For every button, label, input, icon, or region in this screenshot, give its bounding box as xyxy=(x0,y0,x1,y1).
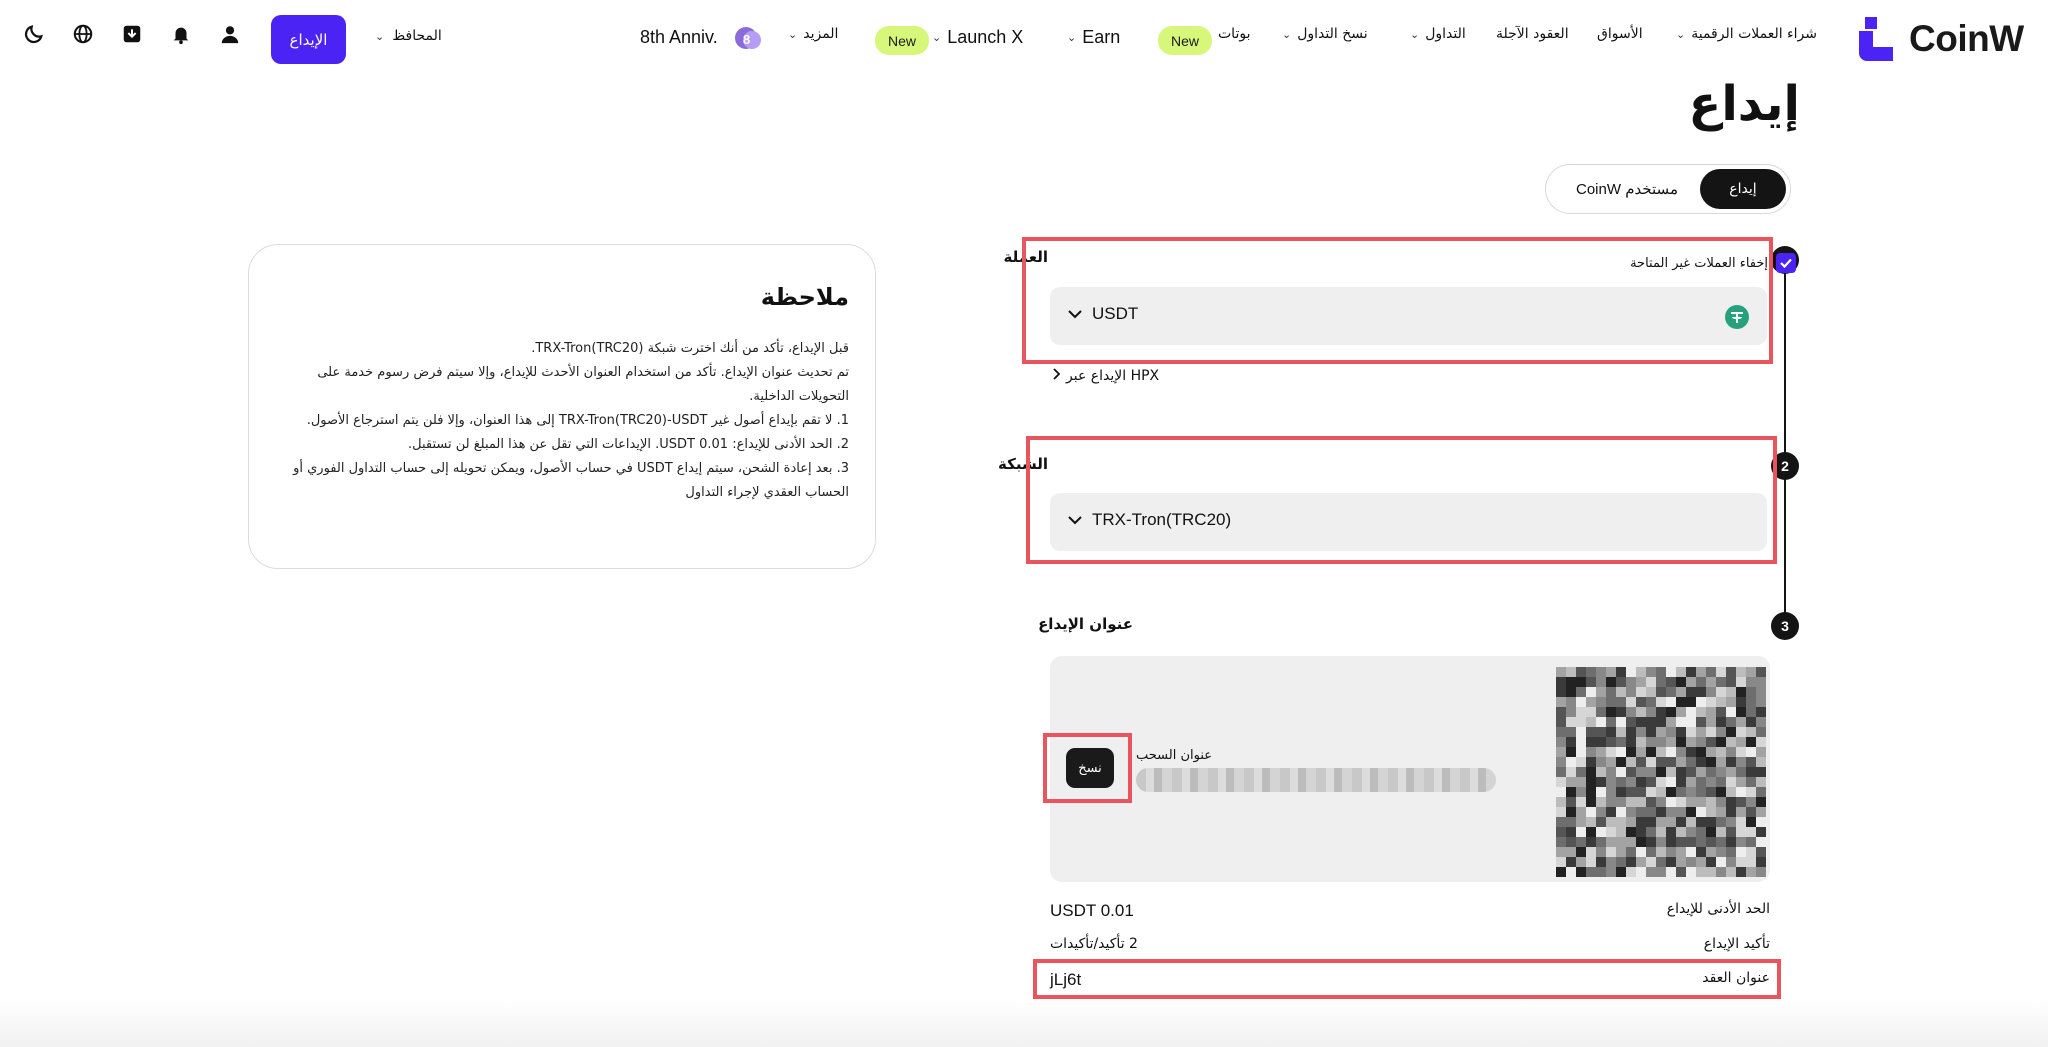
confirmations-value: 2 تأكيد/تأكيدات xyxy=(1050,936,1138,952)
currency-selected: USDT xyxy=(1092,304,1139,323)
note-line: 2. الحد الأدنى للإيداع: USDT 0.01. الإيد… xyxy=(408,437,849,452)
currency-label: العملة xyxy=(1003,248,1048,266)
chevron-down-icon: ⌄ xyxy=(375,29,385,43)
logo-text: CoinW xyxy=(1909,18,2024,59)
network-selected: TRX-Tron(TRC20) xyxy=(1092,510,1232,529)
nav-trade-label: التداول xyxy=(1425,26,1466,42)
nav-launchx[interactable]: ⌄ Launch X xyxy=(932,27,1023,48)
nav-buy-crypto[interactable]: ⌄ شراء العملات الرقمية xyxy=(1676,26,1817,42)
note-line: تم تحديث عنوان الإيداع. تأكد من استخدام … xyxy=(317,365,849,404)
page-title: إيداع xyxy=(1688,76,1800,132)
check-icon xyxy=(1780,258,1792,269)
note-title: ملاحظة xyxy=(760,283,849,311)
contract-address-label: عنوان العقد xyxy=(1702,970,1770,986)
nav-markets-label: الأسواق xyxy=(1597,26,1643,42)
step-connector xyxy=(1784,258,1786,626)
confirmations-row: 2 تأكيد/تأكيدات تأكيد الإيداع xyxy=(1050,936,1770,952)
chevron-down-icon xyxy=(1068,510,1082,530)
nav-earn[interactable]: ⌄ Earn xyxy=(1067,27,1120,48)
min-deposit-value: USDT 0.01 xyxy=(1050,901,1134,920)
network-label: الشبكة xyxy=(998,455,1048,473)
nav-markets[interactable]: الأسواق xyxy=(1597,26,1643,42)
hide-unavailable-checkbox[interactable] xyxy=(1776,253,1796,273)
chevron-down-icon: ⌄ xyxy=(1410,27,1420,41)
nav-copy-trading-label: نسخ التداول xyxy=(1297,26,1368,42)
note-body: قبل الإيداع، تأكد من أنك اخترت شبكة TRX-… xyxy=(269,337,849,505)
network-select-value: TRX-Tron(TRC20) xyxy=(1068,510,1231,530)
step-3-circle: 3 xyxy=(1771,612,1799,640)
nav-anniversary-label: 8th Anniv. xyxy=(640,27,718,47)
min-deposit-row: USDT 0.01 الحد الأدنى للإيداع xyxy=(1050,901,1770,921)
deposit-tabs: CoinW مستخدم إيداع xyxy=(1545,164,1791,214)
nav-bots-label: بوتات xyxy=(1218,26,1251,42)
nav-more-label: المزيد xyxy=(803,26,839,42)
globe-icon[interactable] xyxy=(71,22,95,46)
coinw-logo[interactable]: CoinW xyxy=(1855,17,2024,61)
tab-deposit[interactable]: إيداع xyxy=(1700,169,1786,209)
currency-select-value: USDT xyxy=(1068,304,1138,324)
tab-coinw-user[interactable]: CoinW مستخدم xyxy=(1576,180,1678,198)
coinw-logo-icon xyxy=(1859,17,1893,61)
bots-new-badge: New xyxy=(1158,26,1212,55)
launchx-new-badge: New xyxy=(875,26,929,55)
copy-address-button[interactable]: نسخ xyxy=(1066,748,1114,788)
contract-address-row: jLj6t عنوان العقد xyxy=(1050,970,1770,990)
nav-anniversary[interactable]: 8th Anniv. xyxy=(640,27,718,48)
note-line: 3. بعد إعادة الشحن، سيتم إيداع USDT في ح… xyxy=(293,461,849,500)
nav-trade[interactable]: ⌄ التداول xyxy=(1410,26,1466,42)
hpx-deposit-link[interactable]: الإيداع عبر HPX xyxy=(1052,368,1159,384)
note-line: 1. لا تقم بإيداع أصول غير TRX-Tron(TRC20… xyxy=(306,413,849,428)
hide-unavailable-label: إخفاء العملات غير المتاحة xyxy=(1630,255,1768,271)
chevron-down-icon: ⌄ xyxy=(1067,32,1077,44)
nav-copy-trading[interactable]: ⌄ نسخ التداول xyxy=(1282,26,1368,42)
contract-address-value[interactable]: jLj6t xyxy=(1050,970,1081,990)
chevron-down-icon: ⌄ xyxy=(1676,27,1686,41)
withdraw-address-label: عنوان السحب xyxy=(1136,748,1213,763)
confirmations-label: تأكيد الإيداع xyxy=(1703,936,1770,952)
top-navbar: الإيداع ⌄ المحافظ 8th Anniv. 8 ⌄ المزيد … xyxy=(0,0,2048,80)
deposit-address-label: عنوان الإيداع xyxy=(1038,615,1133,633)
nav-wallets-label: المحافظ xyxy=(392,28,442,44)
hpx-deposit-label: الإيداع عبر HPX xyxy=(1066,368,1160,384)
nav-futures-label: العقود الآجلة xyxy=(1496,26,1569,42)
chevron-down-icon: ⌄ xyxy=(788,27,798,41)
bell-icon[interactable] xyxy=(169,22,193,46)
nav-wallets[interactable]: ⌄ المحافظ xyxy=(375,28,442,44)
deposit-address-value xyxy=(1136,768,1496,792)
nav-more[interactable]: ⌄ المزيد xyxy=(788,26,838,42)
note-card: ملاحظة قبل الإيداع، تأكد من أنك اخترت شب… xyxy=(248,244,876,569)
chevron-down-icon: ⌄ xyxy=(932,32,942,44)
deposit-qr-code xyxy=(1556,667,1766,877)
nav-buy-crypto-label: شراء العملات الرقمية xyxy=(1691,26,1817,42)
chevron-right-icon xyxy=(1052,368,1061,384)
page-footer-fade xyxy=(0,1000,2048,1047)
nav-futures[interactable]: العقود الآجلة xyxy=(1496,26,1569,42)
network-select[interactable]: TRX-Tron(TRC20) xyxy=(1050,493,1767,551)
nav-bots[interactable]: بوتات xyxy=(1218,26,1250,42)
usdt-coin-icon xyxy=(1725,305,1749,329)
nav-earn-label: Earn xyxy=(1082,27,1121,47)
step-2-circle: 2 xyxy=(1771,452,1799,480)
header-deposit-button[interactable]: الإيداع xyxy=(271,15,346,64)
note-line: قبل الإيداع، تأكد من أنك اخترت شبكة TRX-… xyxy=(531,341,849,356)
moon-icon[interactable] xyxy=(22,22,46,46)
currency-select[interactable]: USDT xyxy=(1050,287,1767,345)
nav-launchx-label: Launch X xyxy=(947,27,1024,47)
chevron-down-icon: ⌄ xyxy=(1282,27,1292,41)
user-icon[interactable] xyxy=(218,22,242,46)
download-icon[interactable] xyxy=(120,22,144,46)
anniversary-icon: 8 xyxy=(735,27,761,49)
svg-text:8: 8 xyxy=(743,32,750,47)
min-deposit-label: الحد الأدنى للإيداع xyxy=(1666,901,1770,917)
chevron-down-icon xyxy=(1068,304,1082,324)
hide-unavailable-toggle[interactable]: إخفاء العملات غير المتاحة xyxy=(1630,253,1796,273)
header-utility-icons xyxy=(22,22,267,46)
deposit-address-card: عنوان السحب نسخ xyxy=(1050,656,1770,882)
